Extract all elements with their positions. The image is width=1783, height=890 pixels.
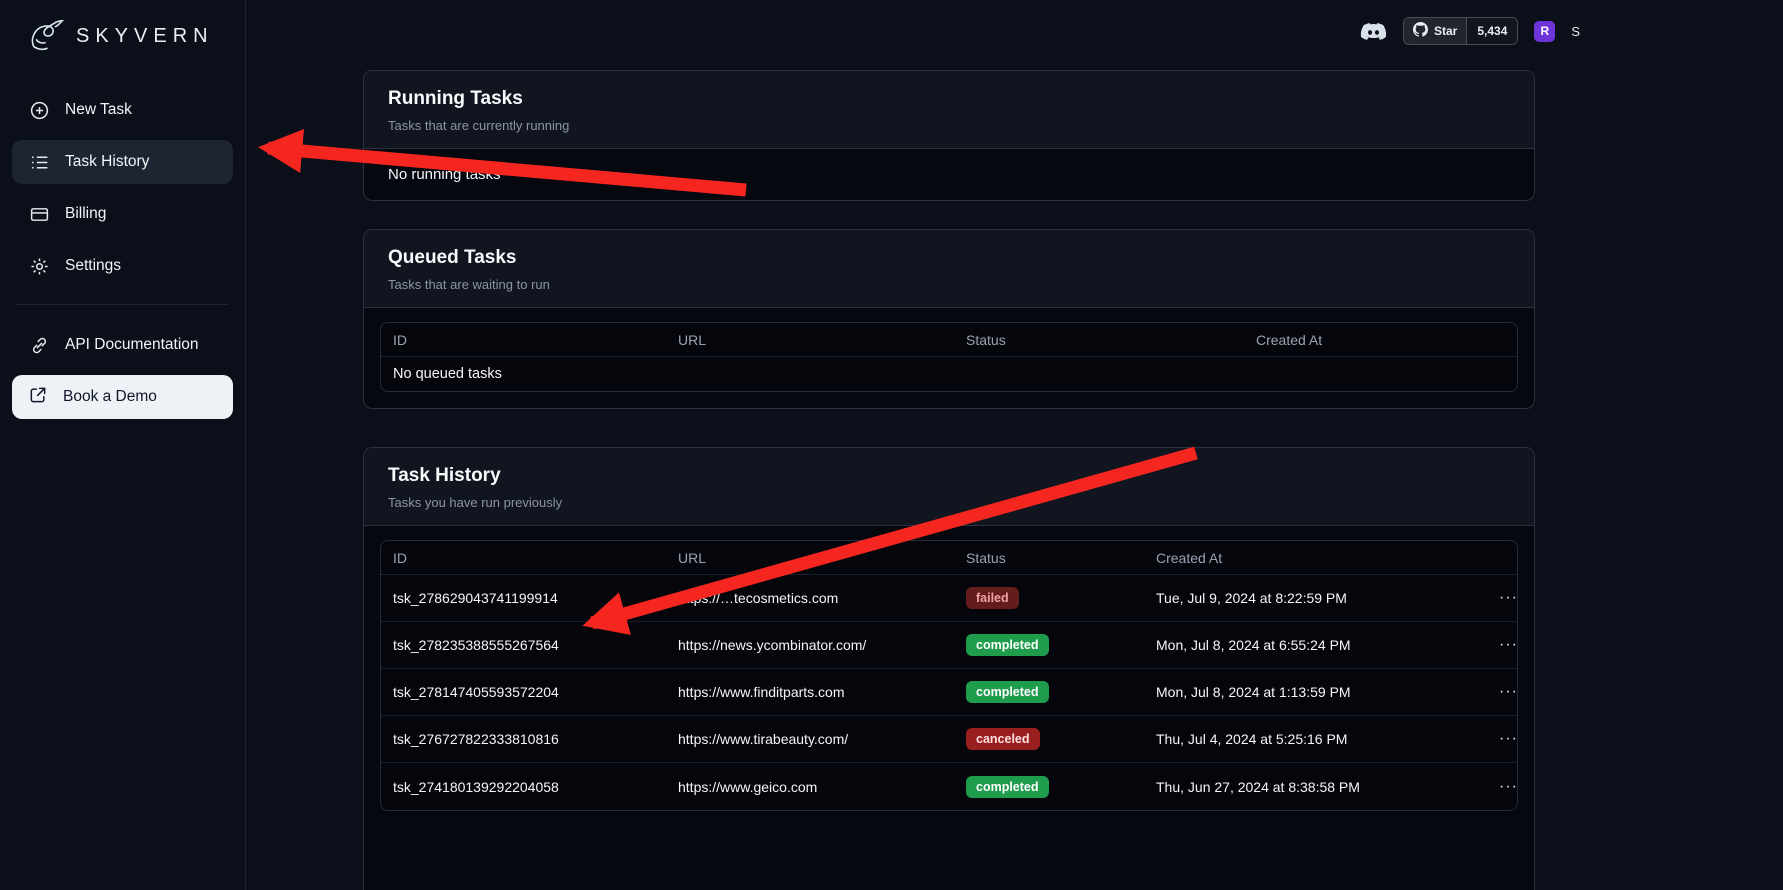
- sidebar-nav: New Task Task History: [0, 88, 245, 419]
- task-url: https://www.tirabeauty.com/: [666, 731, 954, 747]
- column-header-id: ID: [381, 332, 666, 348]
- task-history-table: ID URL Status Created At tsk_27862904374…: [380, 540, 1518, 811]
- running-tasks-empty: No running tasks: [364, 149, 1534, 200]
- credit-card-icon: [28, 204, 50, 225]
- column-header-status: Status: [954, 332, 1244, 348]
- sidebar-item-api-documentation[interactable]: API Documentation: [12, 323, 233, 367]
- status-badge: completed: [966, 681, 1049, 703]
- card-title: Queued Tasks: [388, 247, 1510, 269]
- column-header-url: URL: [666, 332, 954, 348]
- task-url: https://www.geico.com: [666, 779, 954, 795]
- task-id: tsk_278147405593572204: [381, 684, 666, 700]
- table-row[interactable]: tsk_278235388555267564 https://news.ycom…: [381, 622, 1517, 669]
- task-id: tsk_278629043741199914: [381, 590, 666, 606]
- gear-icon: [28, 256, 50, 277]
- column-header-created-at: Created At: [1144, 550, 1479, 566]
- status-badge: failed: [966, 587, 1019, 609]
- column-header-status: Status: [954, 550, 1144, 566]
- column-header-url: URL: [666, 550, 954, 566]
- task-id: tsk_276727822333810816: [381, 731, 666, 747]
- task-created-at: Mon, Jul 8, 2024 at 6:55:24 PM: [1144, 637, 1479, 653]
- table-header-row: ID URL Status Created At: [381, 541, 1517, 575]
- discord-icon[interactable]: [1360, 21, 1387, 41]
- skyvern-logo-icon: [26, 17, 66, 55]
- running-tasks-header: Running Tasks Tasks that are currently r…: [364, 71, 1534, 149]
- sidebar-item-label: New Task: [65, 101, 132, 119]
- sidebar: SKYVERN New Task: [0, 0, 246, 890]
- status-badge: completed: [966, 776, 1049, 798]
- book-demo-label: Book a Demo: [63, 388, 157, 406]
- table-header-row: ID URL Status Created At: [381, 323, 1517, 357]
- card-title: Running Tasks: [388, 88, 1510, 110]
- user-label: S: [1571, 24, 1580, 39]
- github-icon: [1413, 22, 1428, 40]
- running-tasks-card: Running Tasks Tasks that are currently r…: [363, 70, 1535, 201]
- sidebar-item-settings[interactable]: Settings: [12, 244, 233, 288]
- brand-name: SKYVERN: [76, 25, 214, 48]
- sidebar-item-billing[interactable]: Billing: [12, 192, 233, 236]
- card-subtitle: Tasks you have run previously: [388, 495, 1510, 510]
- task-created-at: Mon, Jul 8, 2024 at 1:13:59 PM: [1144, 684, 1479, 700]
- task-created-at: Thu, Jul 4, 2024 at 5:25:16 PM: [1144, 731, 1479, 747]
- book-demo-button[interactable]: Book a Demo: [12, 375, 233, 419]
- github-star-button[interactable]: Star 5,434: [1403, 17, 1518, 45]
- task-url: https://…tecosmetics.com: [666, 590, 954, 606]
- task-history-header: Task History Tasks you have run previous…: [364, 448, 1534, 526]
- table-row[interactable]: tsk_278629043741199914 https://…tecosmet…: [381, 575, 1517, 622]
- task-history-card: Task History Tasks you have run previous…: [363, 447, 1535, 890]
- link-icon: [28, 335, 50, 356]
- topbar: Star 5,434 R S: [1360, 16, 1580, 46]
- row-menu-button[interactable]: ···: [1491, 726, 1517, 752]
- table-row[interactable]: tsk_278147405593572204 https://www.findi…: [381, 669, 1517, 716]
- github-star-label: Star: [1434, 24, 1457, 38]
- row-menu-button[interactable]: ···: [1491, 774, 1517, 800]
- list-icon: [28, 152, 50, 173]
- status-badge: canceled: [966, 728, 1040, 750]
- sidebar-item-new-task[interactable]: New Task: [12, 88, 233, 132]
- status-badge: completed: [966, 634, 1049, 656]
- sidebar-item-label: Settings: [65, 257, 121, 275]
- task-created-at: Thu, Jun 27, 2024 at 8:38:58 PM: [1144, 779, 1479, 795]
- sidebar-item-label: Billing: [65, 205, 106, 223]
- sidebar-item-label: Task History: [65, 153, 149, 171]
- card-subtitle: Tasks that are waiting to run: [388, 277, 1510, 292]
- plus-circle-icon: [28, 100, 50, 121]
- table-row[interactable]: tsk_274180139292204058 https://www.geico…: [381, 763, 1517, 810]
- queued-tasks-table: ID URL Status Created At No queued tasks: [380, 322, 1518, 392]
- task-id: tsk_274180139292204058: [381, 779, 666, 795]
- sidebar-divider: [16, 304, 229, 305]
- task-url: https://news.ycombinator.com/: [666, 637, 954, 653]
- task-url: https://www.finditparts.com: [666, 684, 954, 700]
- row-menu-button[interactable]: ···: [1491, 632, 1517, 658]
- external-link-icon: [28, 385, 48, 410]
- table-row[interactable]: tsk_276727822333810816 https://www.tirab…: [381, 716, 1517, 763]
- avatar[interactable]: R: [1534, 21, 1555, 42]
- sidebar-item-label: API Documentation: [65, 336, 199, 354]
- main-content: Running Tasks Tasks that are currently r…: [246, 0, 1783, 890]
- queued-tasks-header: Queued Tasks Tasks that are waiting to r…: [364, 230, 1534, 308]
- column-header-id: ID: [381, 550, 666, 566]
- queued-tasks-empty: No queued tasks: [381, 357, 1517, 391]
- app-window: SKYVERN New Task: [0, 0, 1783, 890]
- brand-logo[interactable]: SKYVERN: [0, 14, 245, 58]
- task-id: tsk_278235388555267564: [381, 637, 666, 653]
- queued-tasks-card: Queued Tasks Tasks that are waiting to r…: [363, 229, 1535, 409]
- sidebar-item-task-history[interactable]: Task History: [12, 140, 233, 184]
- card-title: Task History: [388, 465, 1510, 487]
- column-header-created-at: Created At: [1244, 332, 1517, 348]
- card-subtitle: Tasks that are currently running: [388, 118, 1510, 133]
- github-star-count: 5,434: [1466, 18, 1517, 44]
- row-menu-button[interactable]: ···: [1491, 585, 1517, 611]
- task-created-at: Tue, Jul 9, 2024 at 8:22:59 PM: [1144, 590, 1479, 606]
- row-menu-button[interactable]: ···: [1491, 679, 1517, 705]
